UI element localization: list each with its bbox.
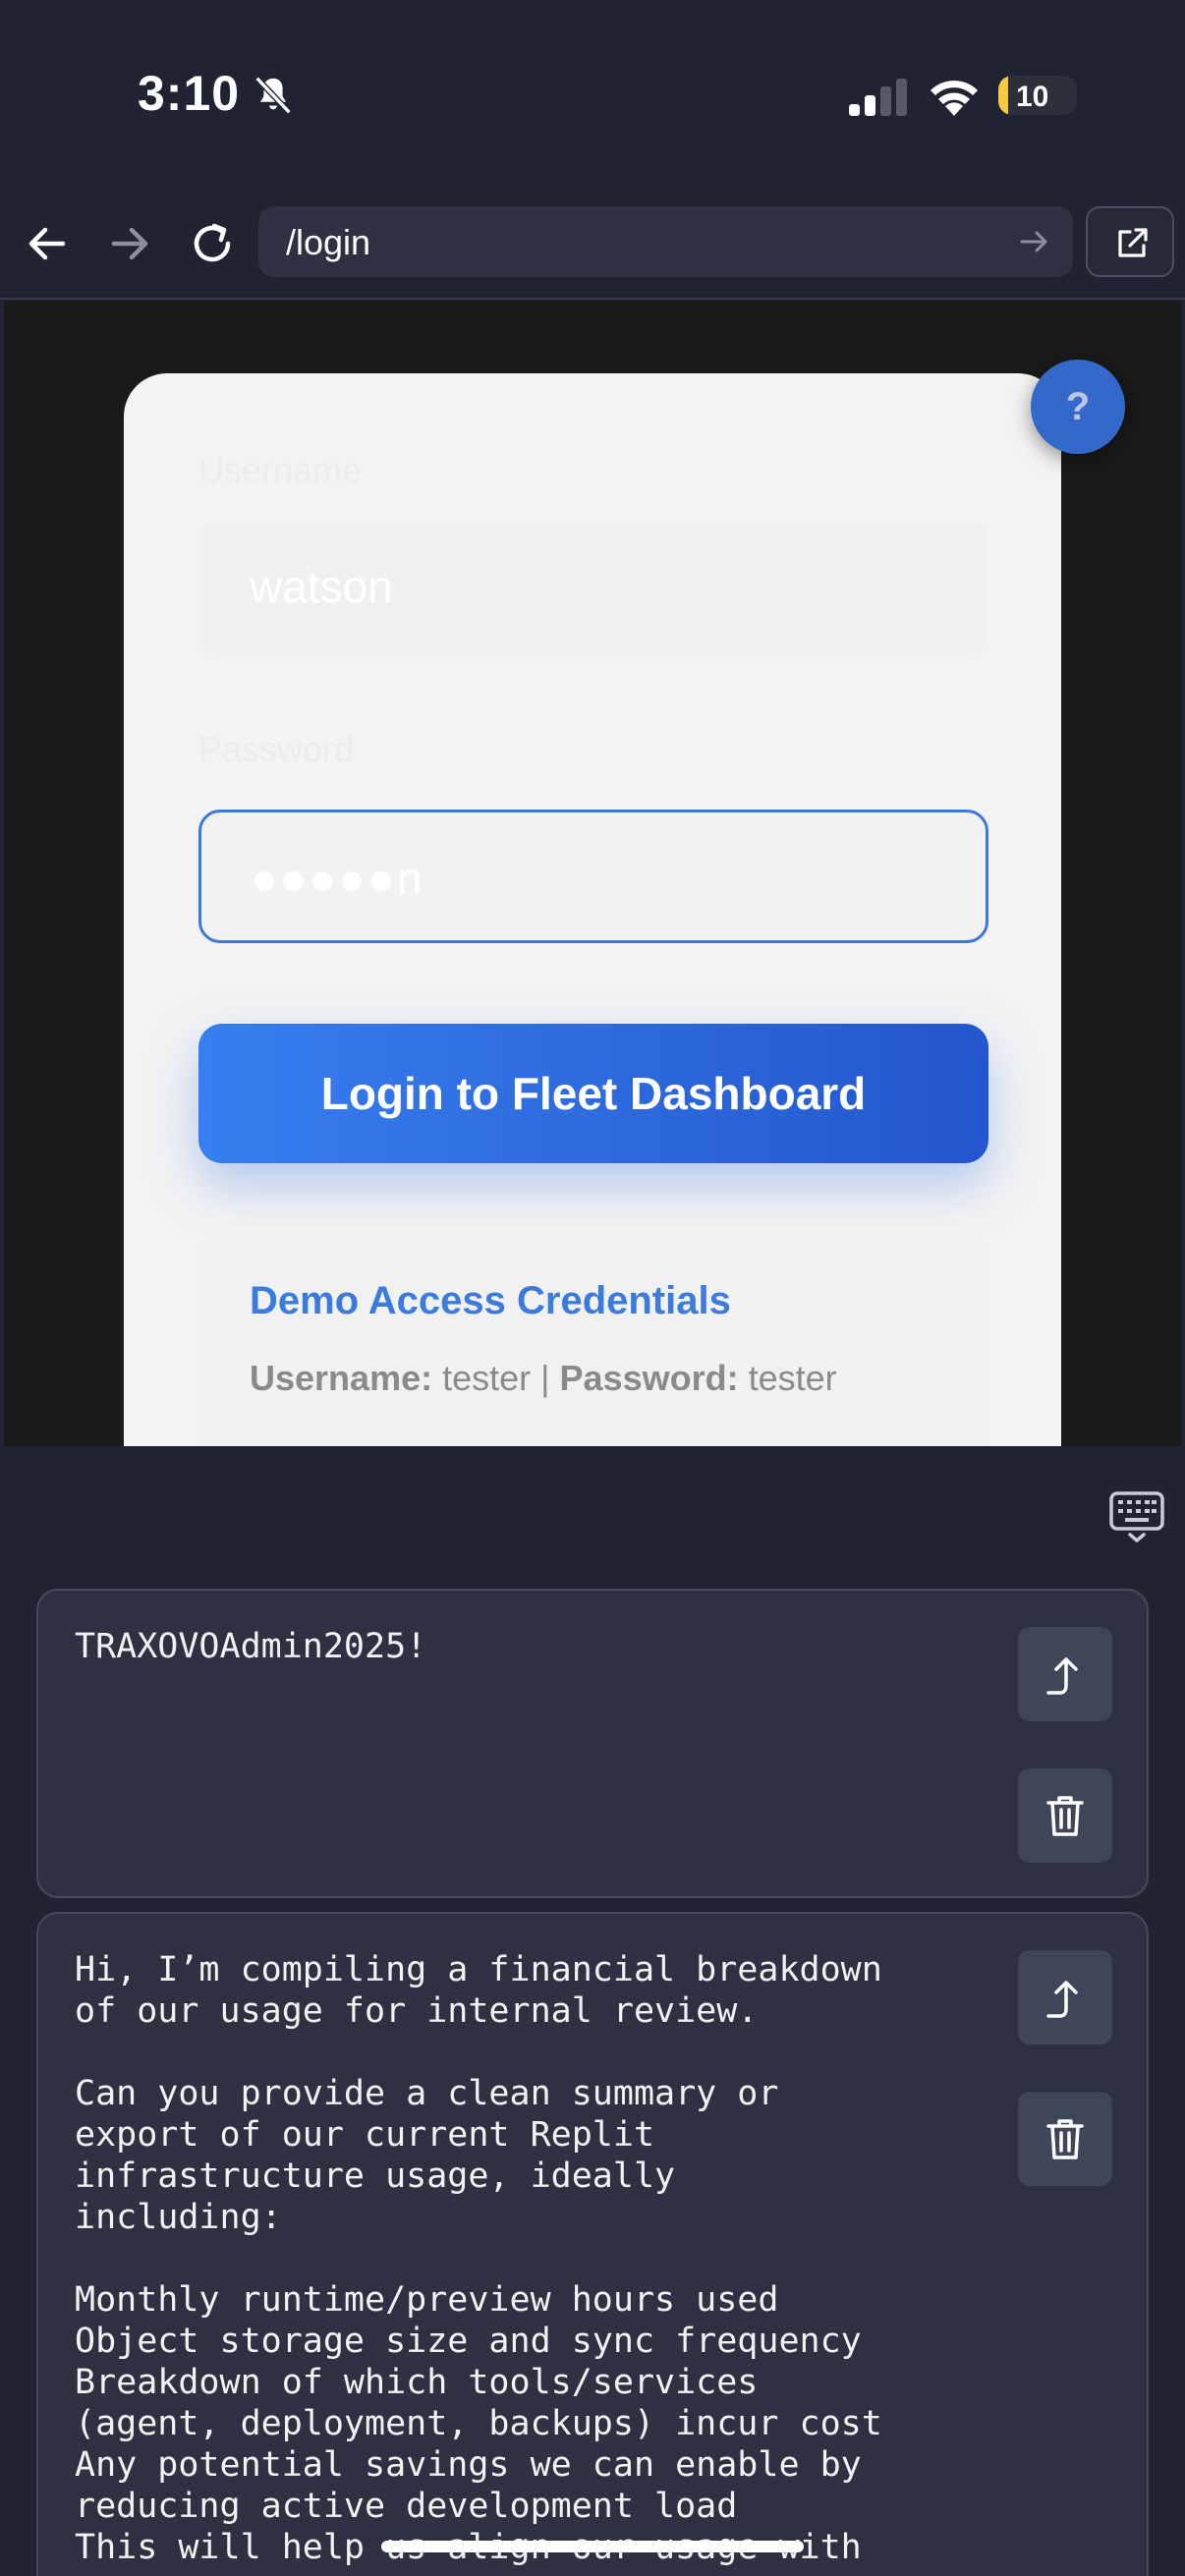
trash-icon	[1046, 1796, 1084, 1836]
arrow-right-icon[interactable]	[102, 216, 157, 271]
cellular-signal-icon	[849, 79, 907, 116]
username-label: Username	[198, 450, 363, 490]
username-input[interactable]: watson	[198, 521, 988, 654]
paste-arrow-icon	[1046, 1981, 1078, 2018]
open-external-button[interactable]	[1086, 206, 1174, 277]
status-time: 3:10	[138, 66, 241, 121]
demo-username-value: tester	[442, 1358, 532, 1398]
password-value[interactable]: ●●●●●n	[251, 852, 424, 905]
demo-separator: |	[540, 1358, 550, 1398]
wifi-icon	[931, 81, 978, 116]
help-icon: ?	[1065, 384, 1091, 428]
bell-slash-icon	[254, 76, 292, 115]
demo-credentials-title: Demo Access Credentials	[250, 1279, 731, 1322]
status-bar: 3:10 10	[0, 0, 1185, 196]
web-view: Username watson Password ●●●●●n Login to…	[4, 301, 1181, 1446]
delete-button[interactable]	[1018, 2092, 1112, 2186]
clipboard-item[interactable]: Hi, I’m compiling a financial breakdown …	[36, 1912, 1149, 2576]
external-link-icon	[1118, 228, 1148, 257]
battery-level: 10	[1016, 81, 1049, 113]
demo-credentials-box: Demo Access Credentials Username: tester…	[198, 1238, 988, 1446]
paste-button[interactable]	[1018, 1950, 1112, 2044]
login-card: Username watson Password ●●●●●n Login to…	[124, 373, 1061, 1446]
paste-arrow-icon	[1046, 1657, 1078, 1695]
url-text[interactable]: /login	[286, 222, 370, 263]
help-button[interactable]: ?	[1031, 360, 1125, 454]
home-indicator[interactable]	[381, 2541, 804, 2552]
url-bar[interactable]: /login	[258, 206, 1073, 277]
login-button-label[interactable]: Login to Fleet Dashboard	[321, 1067, 867, 1120]
username-value[interactable]: watson	[250, 560, 393, 613]
password-input[interactable]: ●●●●●n	[198, 810, 988, 943]
clipboard-item[interactable]: TRAXOVOAdmin2025!	[36, 1589, 1149, 1898]
go-arrow-icon[interactable]	[1016, 224, 1051, 259]
battery-indicator: 10	[998, 76, 1077, 115]
reload-icon[interactable]	[185, 216, 240, 271]
clipboard-text[interactable]: Hi, I’m compiling a financial breakdown …	[75, 1949, 882, 2568]
delete-button[interactable]	[1018, 1768, 1112, 1863]
demo-username-label: Username:	[250, 1358, 433, 1398]
login-button[interactable]: Login to Fleet Dashboard	[198, 1024, 988, 1163]
paste-button[interactable]	[1018, 1627, 1112, 1721]
clipboard-text[interactable]: TRAXOVOAdmin2025!	[75, 1626, 426, 1667]
trash-icon	[1046, 2119, 1084, 2159]
demo-password-value: tester	[748, 1358, 837, 1398]
keyboard-icon[interactable]	[1108, 1489, 1165, 1546]
demo-credentials-text: Username: tester | Password: tester	[250, 1358, 837, 1399]
arrow-left-icon[interactable]	[20, 216, 75, 271]
demo-password-label: Password:	[559, 1358, 739, 1398]
password-label: Password	[198, 729, 355, 769]
